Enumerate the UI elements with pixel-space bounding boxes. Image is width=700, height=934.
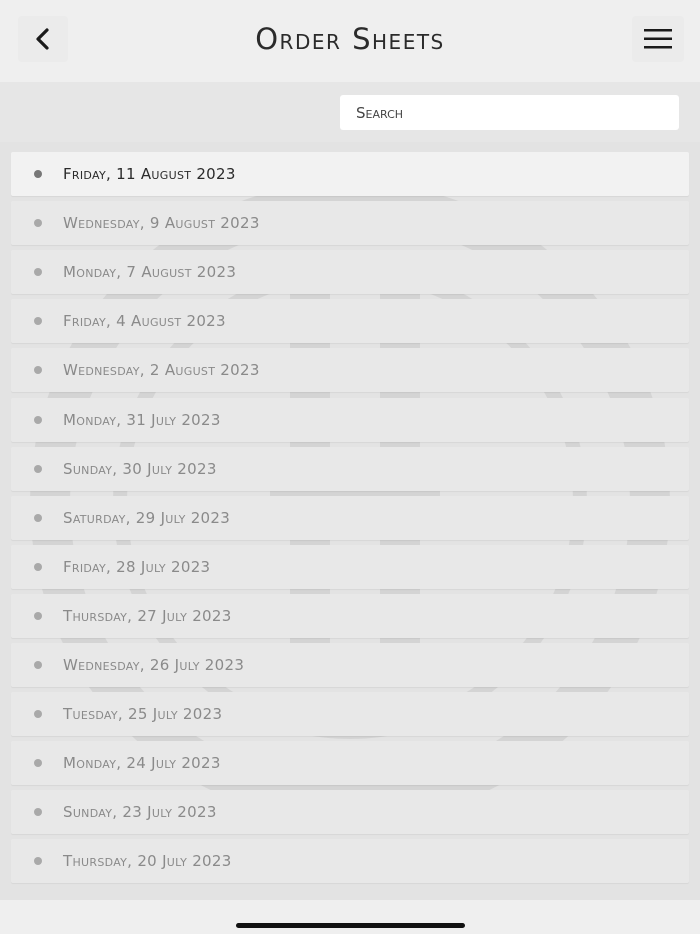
order-sheet-row[interactable]: Sunday, 23 July 2023 — [11, 790, 689, 835]
order-sheet-date: Monday, 7 August 2023 — [63, 263, 237, 282]
bullet-dot-icon — [34, 562, 42, 571]
order-sheet-date: Wednesday, 9 August 2023 — [63, 214, 260, 233]
bullet-dot-icon — [34, 170, 42, 178]
order-sheet-date: Sunday, 23 July 2023 — [63, 803, 217, 822]
order-sheet-row[interactable]: Monday, 31 July 2023 — [11, 397, 689, 442]
order-sheet-row[interactable]: Friday, 11 August 2023 — [11, 152, 689, 196]
order-sheet-row[interactable]: Wednesday, 9 August 2023 — [11, 201, 689, 246]
search-bar — [0, 82, 700, 142]
bullet-dot-icon — [34, 759, 42, 768]
bullet-dot-icon — [34, 513, 42, 522]
order-sheet-row[interactable]: Monday, 24 July 2023 — [11, 741, 689, 786]
order-sheet-date: Wednesday, 26 July 2023 — [63, 656, 245, 674]
order-sheet-date: Thursday, 27 July 2023 — [63, 606, 232, 625]
search-input[interactable] — [340, 95, 679, 130]
order-sheet-row[interactable]: Friday, 28 July 2023 — [11, 544, 689, 589]
bullet-dot-icon — [34, 366, 42, 375]
order-sheet-row[interactable]: Tuesday, 25 July 2023 — [11, 692, 689, 737]
bullet-dot-icon — [34, 268, 42, 277]
bullet-dot-icon — [34, 710, 42, 719]
order-sheet-row[interactable]: Thursday, 20 July 2023 — [11, 839, 689, 884]
order-sheet-date: Sunday, 30 July 2023 — [63, 459, 217, 478]
order-sheet-date: Wednesday, 2 August 2023 — [63, 361, 260, 380]
menu-button[interactable] — [632, 16, 684, 62]
order-sheet-row[interactable]: Thursday, 27 July 2023 — [11, 593, 689, 638]
order-sheet-row[interactable]: Wednesday, 2 August 2023 — [11, 348, 689, 393]
order-sheet-date: Friday, 28 July 2023 — [63, 557, 211, 576]
order-sheet-row[interactable]: Sunday, 30 July 2023 — [11, 446, 689, 491]
back-button[interactable] — [18, 16, 68, 62]
app-header: Order Sheets — [0, 0, 700, 82]
home-indicator[interactable] — [236, 923, 465, 928]
bullet-dot-icon — [34, 219, 42, 228]
bullet-dot-icon — [34, 611, 42, 620]
chevron-left-icon — [36, 28, 49, 50]
page-title: Order Sheets — [255, 22, 445, 56]
order-sheet-date: Tuesday, 25 July 2023 — [63, 705, 223, 724]
bullet-dot-icon — [34, 857, 42, 866]
order-sheet-row[interactable]: Monday, 7 August 2023 — [11, 250, 689, 295]
order-sheet-list: Friday, 11 August 2023 Wednesday, 9 Augus… — [0, 142, 700, 900]
order-sheet-date: Thursday, 20 July 2023 — [63, 852, 232, 871]
order-sheet-row[interactable]: Saturday, 29 July 2023 — [11, 495, 689, 540]
order-sheet-row[interactable]: Friday, 4 August 2023 — [11, 299, 689, 344]
bullet-dot-icon — [34, 464, 42, 473]
hamburger-menu-icon — [644, 29, 672, 49]
order-sheet-date: Monday, 24 July 2023 — [63, 754, 221, 773]
bullet-dot-icon — [34, 415, 42, 424]
order-sheet-date: Friday, 11 August 2023 — [63, 165, 236, 183]
order-sheet-date: Monday, 31 July 2023 — [63, 410, 221, 429]
bullet-dot-icon — [34, 661, 42, 669]
order-sheet-date: Saturday, 29 July 2023 — [63, 508, 231, 527]
bullet-dot-icon — [34, 317, 42, 326]
order-sheet-row[interactable]: Wednesday, 26 July 2023 — [11, 643, 689, 687]
home-indicator-area — [0, 900, 700, 934]
bullet-dot-icon — [34, 808, 42, 817]
order-sheet-date: Friday, 4 August 2023 — [63, 312, 226, 331]
